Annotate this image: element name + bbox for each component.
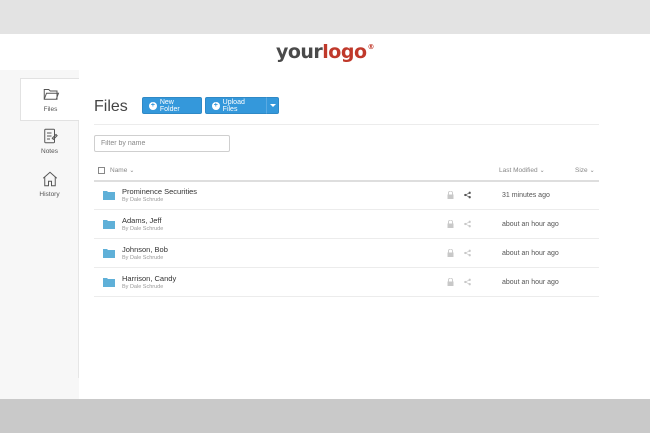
plus-circle-icon: + bbox=[212, 101, 220, 110]
share-icon[interactable] bbox=[464, 278, 471, 286]
row-owner: By Dale Schrude bbox=[122, 197, 164, 203]
folder-icon bbox=[103, 191, 115, 200]
row-owner: By Dale Schrude bbox=[122, 284, 164, 290]
row-modified: about an hour ago bbox=[502, 250, 559, 257]
brand-logo[interactable]: yourlogo® bbox=[275, 41, 375, 63]
app-area: Files Notes History Files + New Folder +… bbox=[0, 70, 650, 399]
table-row[interactable]: Adams, Jeff By Dale Schrude about an hou… bbox=[94, 210, 599, 239]
upload-options-dropdown[interactable] bbox=[266, 97, 279, 114]
bottom-band bbox=[0, 399, 650, 433]
row-modified: 31 minutes ago bbox=[502, 192, 550, 199]
select-all-checkbox[interactable] bbox=[98, 167, 105, 174]
chevron-down-icon: ⌄ bbox=[589, 168, 595, 174]
new-folder-button[interactable]: + New Folder bbox=[142, 97, 202, 114]
folder-icon bbox=[103, 278, 115, 287]
lock-icon[interactable] bbox=[447, 249, 454, 257]
filter-input[interactable] bbox=[94, 135, 230, 152]
caret-down-icon bbox=[269, 104, 276, 107]
page-title: Files bbox=[94, 98, 128, 115]
row-modified: about an hour ago bbox=[502, 279, 559, 286]
main-content: Files + New Folder + Upload Files Name⌄ … bbox=[79, 70, 650, 399]
lock-icon[interactable] bbox=[447, 278, 454, 286]
sidebar-item-files[interactable]: Files bbox=[20, 78, 80, 121]
folder-icon bbox=[103, 249, 115, 258]
sidebar-item-label: Files bbox=[43, 106, 58, 113]
column-header-name-label: Name bbox=[110, 167, 128, 174]
row-owner: By Dale Schrude bbox=[122, 226, 164, 232]
share-icon[interactable] bbox=[464, 249, 471, 257]
row-modified: about an hour ago bbox=[502, 221, 559, 228]
sidebar-item-label: Notes bbox=[41, 148, 58, 155]
lock-icon[interactable] bbox=[447, 220, 454, 228]
logo-registered-mark: ® bbox=[367, 43, 375, 51]
plus-circle-icon: + bbox=[149, 101, 157, 110]
chevron-down-icon: ⌄ bbox=[539, 168, 545, 174]
row-owner: By Dale Schrude bbox=[122, 255, 164, 261]
chevron-down-icon: ⌄ bbox=[129, 168, 135, 174]
logo-word: logo bbox=[322, 41, 367, 63]
lock-icon[interactable] bbox=[447, 191, 454, 199]
row-name[interactable]: Johnson, Bob bbox=[122, 245, 168, 254]
row-name[interactable]: Adams, Jeff bbox=[122, 216, 161, 225]
top-band bbox=[0, 0, 650, 34]
table-row[interactable]: Harrison, Candy By Dale Schrude about an… bbox=[94, 268, 599, 297]
share-icon[interactable] bbox=[464, 191, 471, 199]
column-header-last-modified[interactable]: Last Modified ⌄ bbox=[499, 167, 545, 174]
home-icon bbox=[42, 171, 57, 187]
new-folder-label: New Folder bbox=[159, 98, 180, 113]
share-icon[interactable] bbox=[464, 220, 471, 228]
sidebar-item-label: History bbox=[39, 191, 60, 198]
sidebar-item-history[interactable]: History bbox=[20, 164, 79, 207]
folder-open-icon bbox=[43, 89, 59, 100]
column-header-last-modified-label: Last Modified bbox=[499, 167, 538, 174]
upload-files-label: Upload Files bbox=[222, 98, 245, 113]
column-header-size-label: Size bbox=[575, 167, 588, 174]
column-header-size[interactable]: Size ⌄ bbox=[575, 167, 595, 174]
notes-icon bbox=[43, 128, 58, 144]
header: yourlogo® bbox=[0, 34, 650, 70]
title-divider bbox=[94, 124, 599, 125]
sidebar: Files Notes History bbox=[20, 78, 80, 378]
logo-your: your bbox=[275, 41, 323, 63]
table-row[interactable]: Prominence Securities By Dale Schrude 31… bbox=[94, 181, 599, 210]
upload-files-button[interactable]: + Upload Files bbox=[205, 97, 267, 114]
sidebar-item-notes[interactable]: Notes bbox=[20, 121, 79, 164]
column-header-name[interactable]: Name ⌄ bbox=[110, 167, 134, 174]
folder-icon bbox=[103, 220, 115, 229]
row-name[interactable]: Prominence Securities bbox=[122, 187, 197, 196]
row-name[interactable]: Harrison, Candy bbox=[122, 274, 176, 283]
table-row[interactable]: Johnson, Bob By Dale Schrude about an ho… bbox=[94, 239, 599, 268]
